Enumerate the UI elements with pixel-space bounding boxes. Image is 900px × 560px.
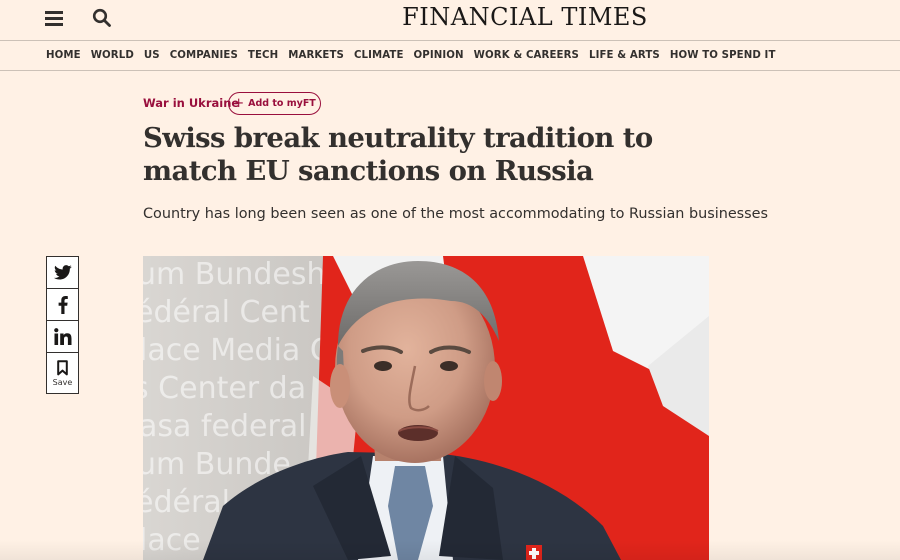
linkedin-icon [53,328,71,345]
svg-text:s Center da: s Center da [143,371,306,406]
save-label: Save [52,377,73,387]
top-bar: FINANCIAL TIMES [0,0,900,41]
article-standfirst: Country has long been seen as one of the… [143,206,769,222]
nav-list: HOME WORLD US COMPANIES TECH MARKETS CLIMATE OP… [46,50,786,61]
search-icon[interactable] [92,8,112,28]
share-facebook-button[interactable] [46,288,79,320]
share-twitter-button[interactable] [46,256,79,288]
nav-item-companies[interactable]: COMPANIES [170,50,238,61]
svg-text:asa federal: asa federal [143,409,307,444]
nav-item-how-to-spend-it[interactable]: HOW TO SPEND IT [670,50,776,61]
nav-item-tech[interactable]: TECH [248,50,278,61]
hamburger-menu-icon[interactable] [44,8,64,28]
share-linkedin-button[interactable] [46,320,79,352]
facebook-icon [58,295,68,314]
article-headline: Swiss break neutrality tradition to matc… [143,122,653,187]
bookmark-icon [57,359,68,375]
save-article-button[interactable]: Save [46,352,79,394]
nav-item-life-arts[interactable]: LIFE & ARTS [589,50,660,61]
nav-item-markets[interactable]: MARKETS [288,50,344,61]
article-hero-image: um Bundesh édéral Cent lace Media C s Ce… [143,256,709,560]
svg-text:lace Media C: lace Media C [143,333,331,368]
twitter-icon [53,265,72,280]
nav-item-home[interactable]: HOME [46,50,81,61]
svg-text:um Bundesh: um Bundesh [143,257,326,292]
nav-item-us[interactable]: US [144,50,160,61]
plus-icon: + [233,95,245,111]
svg-text:édéral: édéral [143,485,230,520]
nav-item-work-careers[interactable]: WORK & CAREERS [474,50,579,61]
add-to-myft-label: Add to myFT [248,98,316,109]
topic-link[interactable]: War in Ukraine [143,96,239,110]
nav-item-world[interactable]: WORLD [91,50,134,61]
nav-item-climate[interactable]: CLIMATE [354,50,404,61]
ft-logo[interactable]: FINANCIAL TIMES [380,3,670,31]
svg-text:édéral Cent: édéral Cent [143,295,310,330]
nav-item-opinion[interactable]: OPINION [414,50,464,61]
add-to-myft-button[interactable]: + Add to myFT [228,92,321,115]
svg-text:lace: lace [143,523,201,558]
main-navigation: HOME WORLD US COMPANIES TECH MARKETS CLIMATE OP… [0,41,900,71]
share-toolbar: Save [46,256,79,394]
